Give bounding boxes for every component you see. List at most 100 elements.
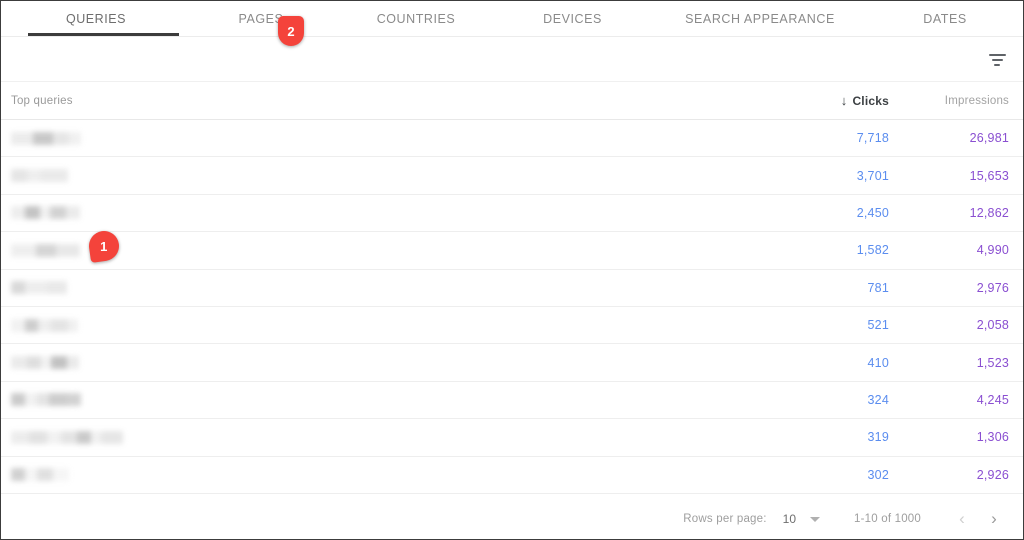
redacted-query-text xyxy=(11,393,81,407)
table-row[interactable]: 302 2,926 xyxy=(1,457,1023,494)
redacted-query-text xyxy=(11,468,69,482)
cell-impressions: 4,990 xyxy=(976,243,1009,258)
redacted-segment xyxy=(47,281,67,295)
tab-search-appearance[interactable]: SEARCH APPEARANCE xyxy=(650,1,870,36)
redacted-segment xyxy=(67,393,81,407)
redacted-segment xyxy=(51,318,68,332)
sort-descending-icon: ↓ xyxy=(840,93,848,108)
performance-table: Top queries ↓ Clicks Impressions 7,718 26… xyxy=(1,82,1023,494)
table-row[interactable]: 781 2,976 xyxy=(1,270,1023,307)
redacted-segment xyxy=(11,356,27,370)
tab-devices-label: DEVICES xyxy=(543,11,602,26)
redacted-segment xyxy=(11,393,25,407)
cell-query-redacted xyxy=(11,318,764,332)
redacted-query-text xyxy=(11,131,81,145)
chevron-down-icon xyxy=(810,516,821,522)
redacted-segment xyxy=(25,281,47,295)
tab-pages[interactable]: PAGES xyxy=(185,1,337,36)
annotation-badge-1-label: 1 xyxy=(100,238,108,254)
cell-clicks: 3,701 xyxy=(856,168,889,183)
pagination-range-label: 1-10 of 1000 xyxy=(854,513,921,525)
cell-query-redacted xyxy=(11,356,764,370)
filter-toolbar xyxy=(1,37,1023,82)
tab-search-appearance-label: SEARCH APPEARANCE xyxy=(685,11,835,26)
cell-impressions: 2,976 xyxy=(976,280,1009,295)
redacted-segment xyxy=(33,131,53,145)
pagination-bar: Rows per page: 10 1-10 of 1000 ‹ › xyxy=(1,499,1023,539)
redacted-segment xyxy=(41,169,68,183)
redacted-segment xyxy=(25,206,40,220)
table-header-row: Top queries ↓ Clicks Impressions xyxy=(1,82,1023,120)
redacted-segment xyxy=(25,393,37,407)
redacted-segment xyxy=(51,356,67,370)
table-body: 7,718 26,981 3,701 15,653 2,450 12,862 1,582 4,… xyxy=(1,120,1023,494)
cell-query-redacted xyxy=(11,468,764,482)
redacted-segment xyxy=(25,318,38,332)
cell-clicks: 2,450 xyxy=(856,205,889,220)
column-header-clicks[interactable]: ↓ Clicks xyxy=(764,94,889,108)
cell-query-redacted xyxy=(11,169,764,183)
cell-clicks: 319 xyxy=(867,430,889,445)
redacted-segment xyxy=(101,430,123,444)
redacted-segment xyxy=(29,430,47,444)
cell-query-redacted xyxy=(11,430,764,444)
redacted-segment xyxy=(11,169,27,183)
table-row[interactable]: 3,701 15,653 xyxy=(1,157,1023,195)
tab-queries[interactable]: QUERIES xyxy=(7,1,185,36)
filter-icon[interactable] xyxy=(985,48,1009,72)
rows-per-page-select[interactable]: 10 xyxy=(783,512,821,526)
redacted-segment xyxy=(27,169,41,183)
column-header-impressions[interactable]: Impressions xyxy=(889,95,1009,107)
tab-dates[interactable]: DATES xyxy=(870,1,1020,36)
redacted-query-text xyxy=(11,318,78,332)
tab-devices[interactable]: DEVICES xyxy=(495,1,650,36)
redacted-query-text xyxy=(11,243,80,257)
cell-clicks: 781 xyxy=(867,280,889,295)
table-row[interactable]: 1,582 4,990 xyxy=(1,232,1023,270)
tab-countries[interactable]: COUNTRIES xyxy=(337,1,495,36)
column-header-clicks-label: Clicks xyxy=(852,93,889,108)
redacted-segment xyxy=(11,281,25,295)
tab-countries-label: COUNTRIES xyxy=(376,11,456,26)
previous-page-button[interactable]: ‹ xyxy=(947,504,977,534)
redacted-segment xyxy=(91,430,101,444)
filter-icon-bar-bottom xyxy=(994,63,1000,67)
redacted-query-text xyxy=(11,430,123,444)
table-row[interactable]: 319 1,306 xyxy=(1,419,1023,457)
redacted-segment xyxy=(27,356,41,370)
table-row[interactable]: 410 1,523 xyxy=(1,344,1023,382)
redacted-segment xyxy=(11,206,25,220)
chevron-left-icon: ‹ xyxy=(959,509,965,528)
redacted-segment xyxy=(36,243,56,257)
table-row[interactable]: 7,718 26,981 xyxy=(1,120,1023,158)
rows-per-page-label: Rows per page: xyxy=(683,513,767,525)
filter-icon-bar-top xyxy=(988,53,1006,57)
redacted-segment xyxy=(37,393,49,407)
cell-query-redacted xyxy=(11,206,764,220)
redacted-segment xyxy=(25,468,37,482)
table-row[interactable]: 2,450 12,862 xyxy=(1,195,1023,233)
redacted-segment xyxy=(11,430,29,444)
tab-dates-label: DATES xyxy=(923,11,967,26)
cell-clicks: 324 xyxy=(867,392,889,407)
cell-impressions: 4,245 xyxy=(976,392,1009,407)
redacted-query-text xyxy=(11,206,80,220)
redacted-segment xyxy=(67,356,79,370)
redacted-segment xyxy=(56,243,80,257)
cell-impressions: 1,523 xyxy=(976,355,1009,370)
table-row[interactable]: 521 2,058 xyxy=(1,307,1023,345)
tab-list: QUERIES PAGES COUNTRIES DEVICES SEARCH A… xyxy=(1,1,1023,36)
cell-impressions: 15,653 xyxy=(969,168,1009,183)
redacted-segment xyxy=(50,206,66,220)
redacted-segment xyxy=(53,131,69,145)
annotation-badge-2: 2 xyxy=(278,16,304,46)
filter-icon-bar-mid xyxy=(991,58,1003,62)
redacted-query-text xyxy=(11,281,67,295)
redacted-segment xyxy=(37,468,53,482)
redacted-segment xyxy=(41,356,51,370)
next-page-button[interactable]: › xyxy=(979,504,1009,534)
cell-clicks: 410 xyxy=(867,355,889,370)
table-row[interactable]: 324 4,245 xyxy=(1,382,1023,420)
redacted-query-text xyxy=(11,356,79,370)
chevron-right-icon: › xyxy=(991,509,997,528)
